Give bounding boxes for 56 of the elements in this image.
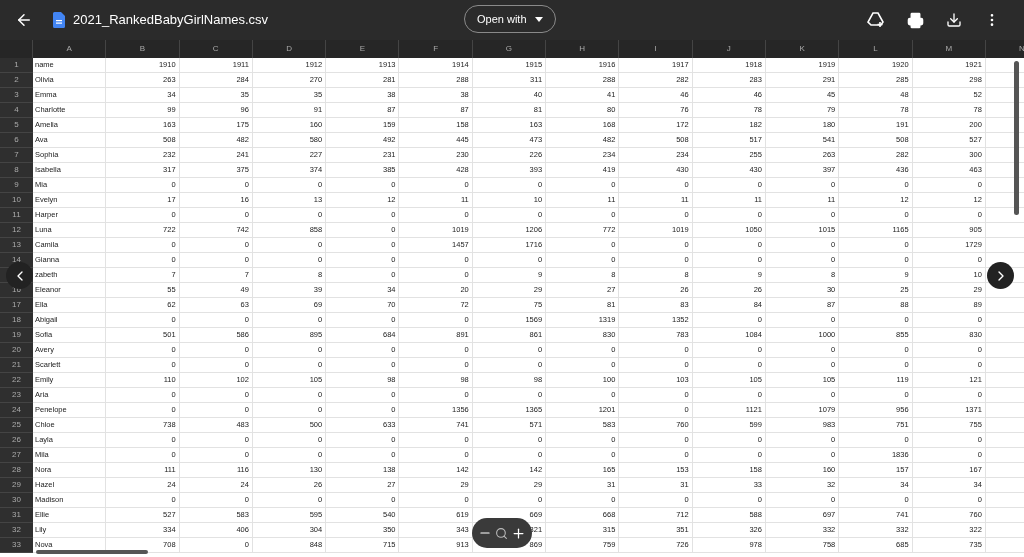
column-header[interactable]: C — [179, 40, 253, 58]
row-number: 22 — [0, 373, 33, 388]
row-number: 30 — [0, 493, 33, 508]
row-number: 27 — [0, 448, 33, 463]
column-header[interactable]: K — [765, 40, 840, 58]
back-icon[interactable] — [15, 11, 33, 29]
row-number: 5 — [0, 118, 33, 133]
row-number: 20 — [0, 343, 33, 358]
row-number: 24 — [0, 403, 33, 418]
row-number: 32 — [0, 523, 33, 538]
zoom-in-icon[interactable] — [511, 525, 527, 541]
column-header[interactable]: B — [106, 40, 180, 58]
column-header[interactable]: G — [472, 40, 547, 58]
row-number: 13 — [0, 238, 33, 253]
row-number: 29 — [0, 478, 33, 493]
column-header[interactable]: E — [326, 40, 400, 58]
horizontal-scrollbar[interactable] — [36, 550, 148, 554]
row-number: 18 — [0, 313, 33, 328]
add-to-drive-icon[interactable] — [867, 12, 885, 28]
row-number: 9 — [0, 178, 33, 193]
row-number: 17 — [0, 298, 33, 313]
download-icon[interactable] — [946, 12, 962, 28]
print-icon[interactable] — [907, 11, 924, 29]
next-button[interactable] — [987, 262, 1014, 289]
column-header[interactable]: L — [839, 40, 913, 58]
row-number: 8 — [0, 163, 33, 178]
row-number: 21 — [0, 358, 33, 373]
row-number: 6 — [0, 133, 33, 148]
column-header[interactable]: F — [399, 40, 473, 58]
row-number: 12 — [0, 223, 33, 238]
row-number: 1 — [0, 58, 33, 73]
column-header[interactable]: A — [33, 40, 107, 58]
row-number: 25 — [0, 418, 33, 433]
row-number: 4 — [0, 103, 33, 118]
column-header[interactable]: I — [619, 40, 693, 58]
row-number: 11 — [0, 208, 33, 223]
column-header[interactable]: D — [252, 40, 327, 58]
row-number: 28 — [0, 463, 33, 478]
row-number: 10 — [0, 193, 33, 208]
column-header[interactable]: N — [985, 40, 1024, 58]
row-number: 31 — [0, 508, 33, 523]
column-header[interactable]: M — [912, 40, 986, 58]
row-number: 23 — [0, 388, 33, 403]
row-number: 26 — [0, 433, 33, 448]
column-header[interactable]: H — [546, 40, 620, 58]
row-number: 33 — [0, 538, 33, 553]
vertical-scrollbar[interactable] — [1014, 61, 1019, 215]
caret-icon — [534, 16, 543, 22]
row-number: 3 — [0, 88, 33, 103]
row-number: 2 — [0, 73, 33, 88]
row-number: 7 — [0, 148, 33, 163]
search-icon[interactable] — [495, 526, 508, 540]
file-title: 2021_RankedBabyGirlNames.csv — [73, 11, 269, 30]
column-header[interactable]: J — [692, 40, 766, 58]
document-icon — [53, 12, 65, 28]
row-number: 19 — [0, 328, 33, 343]
